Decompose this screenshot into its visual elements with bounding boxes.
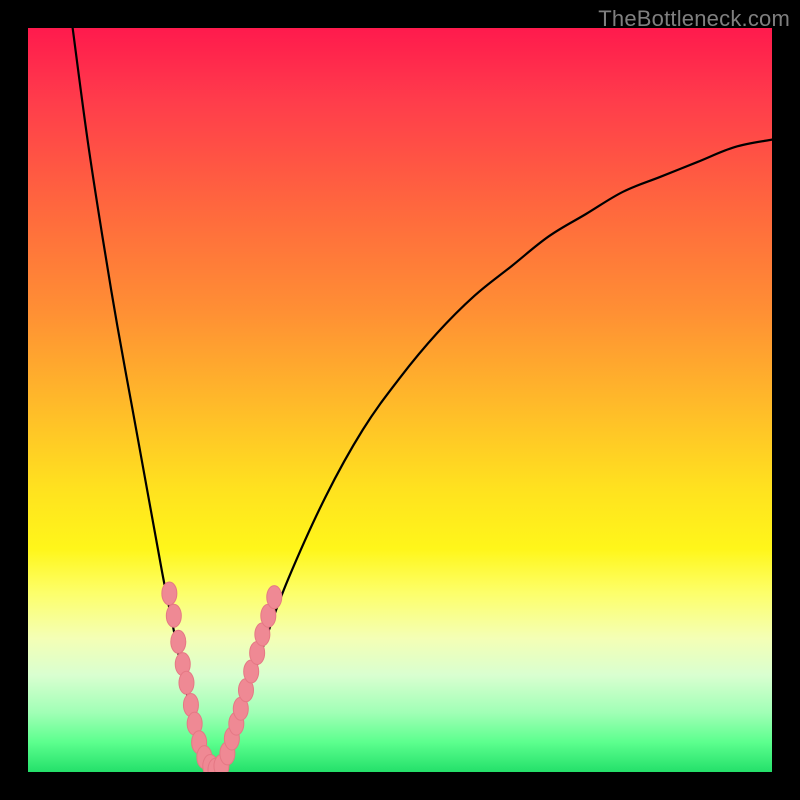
curve-left bbox=[73, 28, 214, 772]
data-marker bbox=[179, 671, 194, 694]
plot-area bbox=[28, 28, 772, 772]
data-marker bbox=[162, 582, 177, 605]
chart-svg bbox=[28, 28, 772, 772]
data-markers bbox=[162, 582, 282, 772]
chart-frame: TheBottleneck.com bbox=[0, 0, 800, 800]
watermark-text: TheBottleneck.com bbox=[598, 6, 790, 32]
curve-right bbox=[214, 140, 772, 772]
data-marker bbox=[166, 604, 181, 627]
data-marker bbox=[267, 586, 282, 609]
data-marker bbox=[171, 630, 186, 653]
